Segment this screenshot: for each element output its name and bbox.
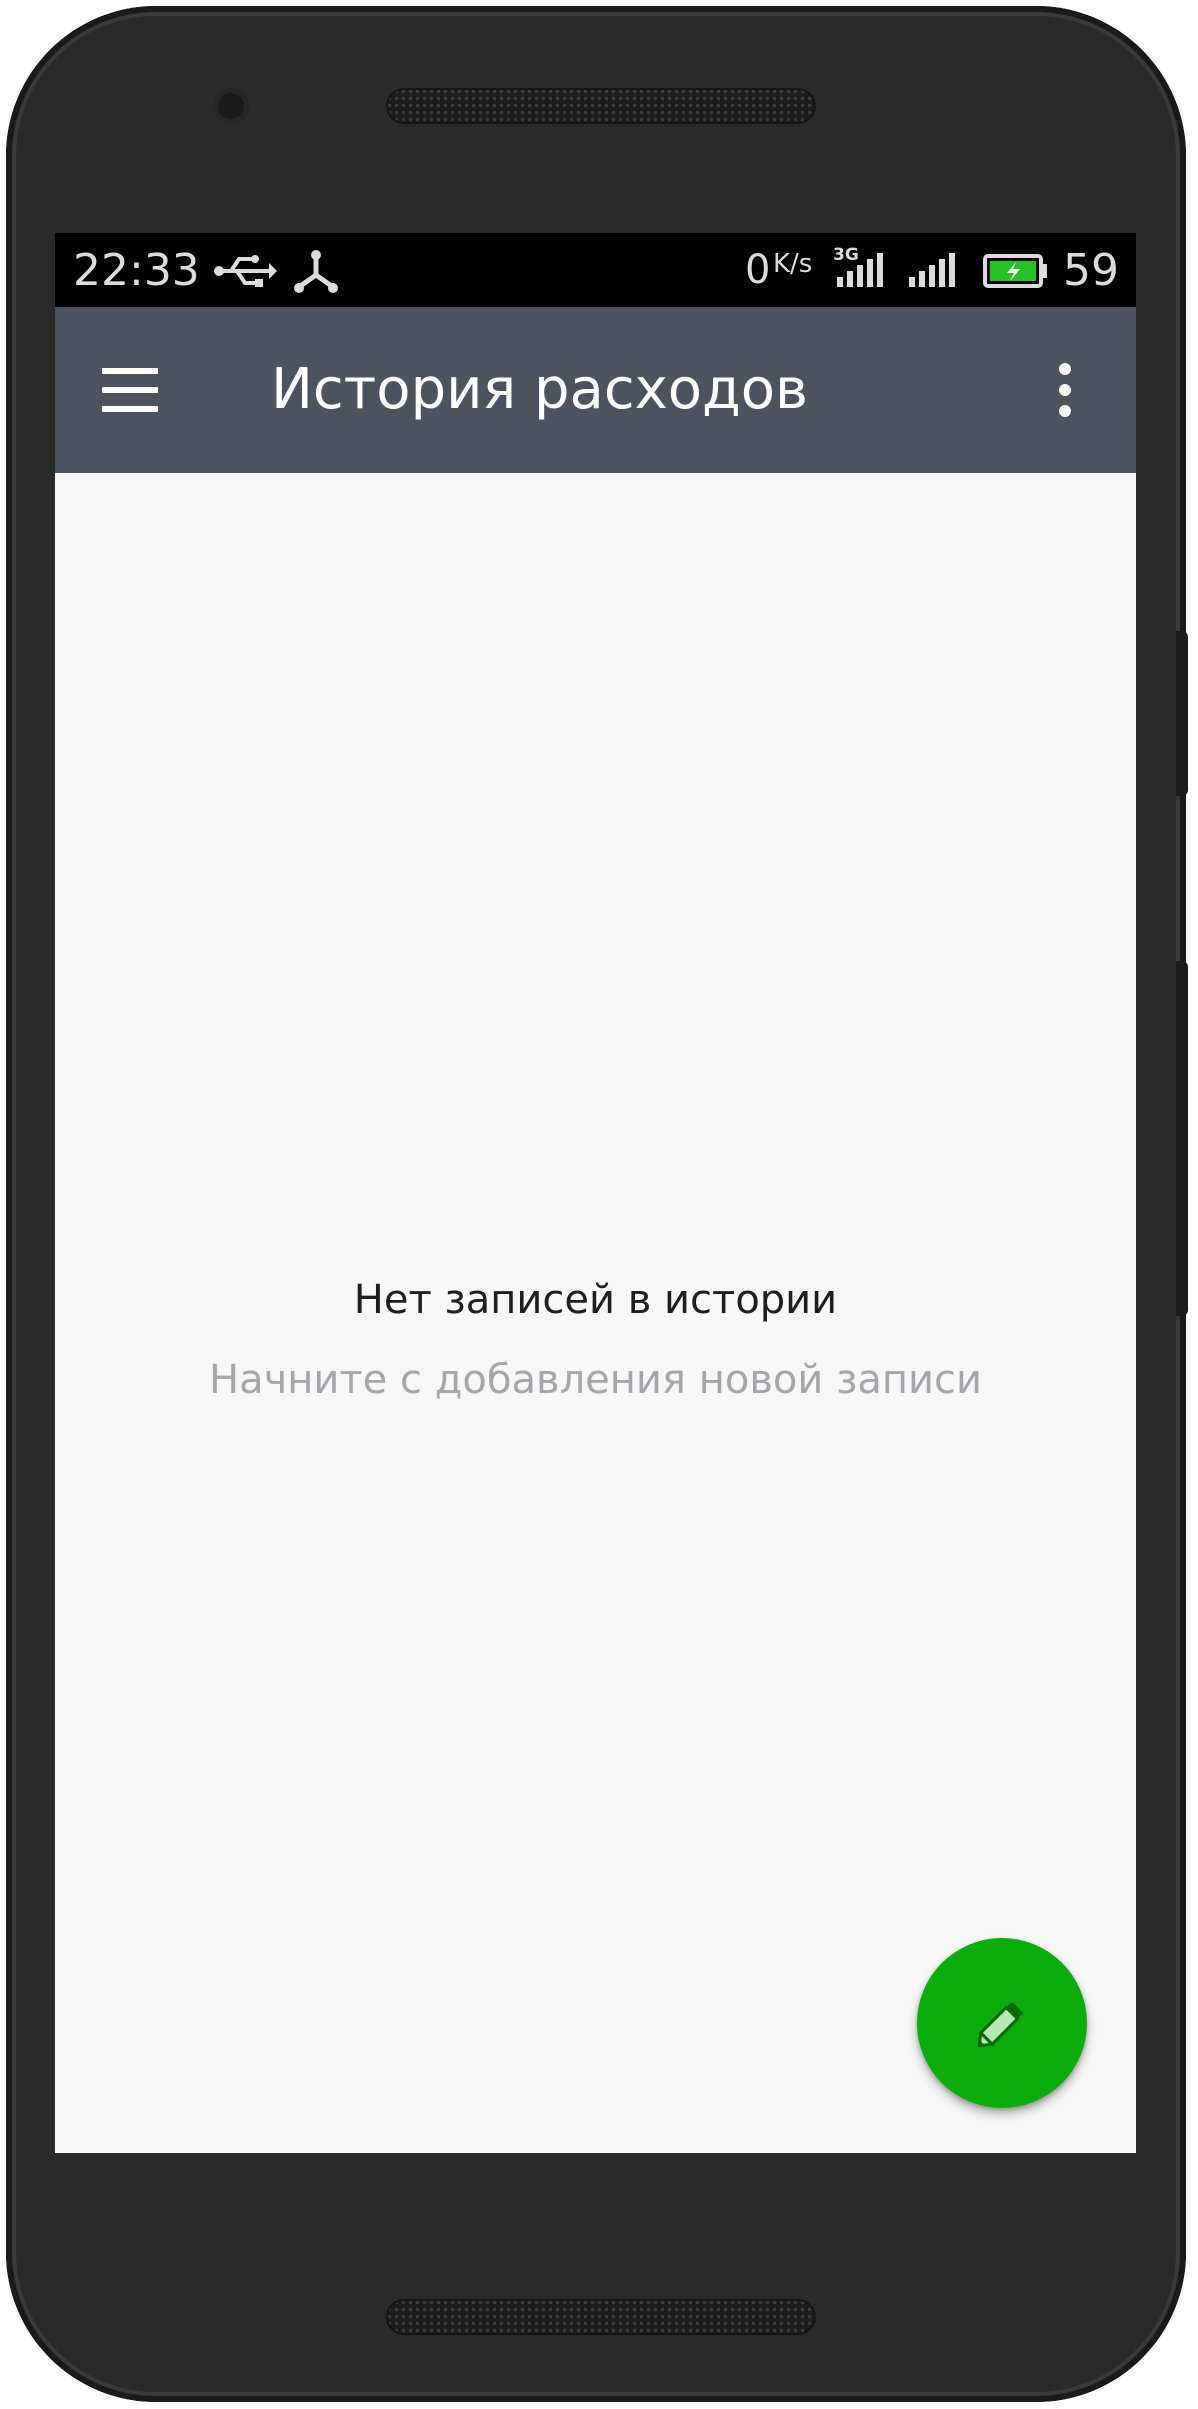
status-bar: 22:33 0 K/s 3G 59: [55, 233, 1136, 307]
power-button: [1176, 631, 1188, 796]
bottom-speaker-grille: [386, 2299, 816, 2335]
front-camera: [213, 88, 249, 124]
add-record-button[interactable]: [917, 1938, 1087, 2108]
hamburger-menu-icon[interactable]: [100, 360, 160, 420]
empty-state-title: Нет записей в истории: [353, 1277, 838, 1323]
signal-icon: [909, 253, 955, 287]
pencil-icon: [977, 2001, 1024, 2048]
more-vert-icon[interactable]: [1045, 355, 1085, 425]
status-time: 22:33: [73, 245, 200, 296]
net-speed-value: 0: [745, 247, 771, 293]
battery-level: 59: [1063, 245, 1119, 296]
battery-charging-icon: [983, 254, 1047, 288]
screen: 22:33 0 K/s 3G 59 История расходов Нет з…: [55, 233, 1136, 2153]
share-icon: [294, 250, 338, 293]
empty-state-subtitle: Начните с добавления новой записи: [209, 1357, 982, 1403]
top-speaker-grille: [386, 88, 816, 124]
page-title: История расходов: [271, 357, 809, 422]
usb-icon: [214, 255, 277, 287]
volume-button: [1176, 961, 1188, 1316]
signal-3g-icon: 3G: [833, 245, 893, 293]
app-bar: История расходов: [55, 307, 1136, 473]
net-speed-unit: K/s: [773, 249, 813, 279]
